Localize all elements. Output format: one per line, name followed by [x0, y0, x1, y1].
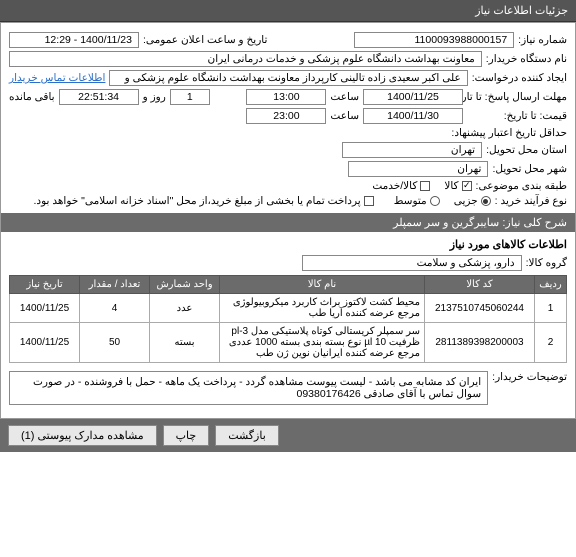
proc-small-label: جزیی	[454, 195, 478, 207]
cell-code: 2137510745060244	[425, 294, 535, 323]
col-code: کد کالا	[425, 276, 535, 294]
col-qty: تعداد / مقدار	[80, 276, 150, 294]
need-no-value: 1100093988000157	[354, 32, 514, 48]
checkbox-icon	[364, 196, 374, 206]
buyer-notes-label: توضیحات خریدار:	[492, 371, 567, 383]
print-button[interactable]: چاپ	[163, 425, 210, 446]
goods-header: اطلاعات کالاهای مورد نیاز	[9, 238, 567, 251]
process-medium[interactable]: متوسط	[394, 195, 440, 207]
province-value: تهران	[342, 142, 482, 158]
col-unit: واحد شمارش	[150, 276, 220, 294]
announce-label: تاریخ و ساعت اعلان عمومی:	[143, 34, 267, 46]
table-row: 2 2811389398200003 سر سمپلر کریستالی کوت…	[10, 323, 567, 363]
desc-title-value: سایبرگرین و سر سمپلر	[393, 217, 499, 229]
process-label: نوع فرآیند خرید :	[495, 195, 567, 207]
buyer-notes-value: ایران کد مشابه می باشد - لیست پیوست مشاه…	[9, 371, 488, 405]
items-table: ردیف کد کالا نام کالا واحد شمارش تعداد /…	[9, 275, 567, 363]
roz-label: روز و	[143, 91, 166, 103]
saat-label-1: ساعت	[330, 91, 359, 103]
radio-icon	[481, 196, 491, 206]
need-no-label: شماره نیاز:	[518, 34, 567, 46]
reply-time: 13:00	[246, 89, 326, 105]
cell-qty: 4	[80, 294, 150, 323]
class-label: طبقه بندی موضوعی:	[476, 180, 567, 192]
buyer-label: نام دستگاه خریدار:	[486, 53, 567, 65]
reply-deadline-label: مهلت ارسال پاسخ: تا تاریخ:	[467, 91, 567, 103]
province-label: استان محل تحویل:	[486, 144, 567, 156]
main-panel: شماره نیاز: 1100093988000157 تاریخ و ساع…	[0, 22, 576, 419]
city-value: تهران	[348, 161, 488, 177]
remain-days: 1	[170, 89, 210, 105]
cell-name: محیط کشت لاکتوز براث کاربرد میکروبیولوژی…	[220, 294, 425, 323]
cell-name: سر سمپلر کریستالی کوتاه پلاستیکی مدل 3-p…	[220, 323, 425, 363]
process-group: جزیی متوسط	[394, 195, 491, 207]
cell-idx: 1	[535, 294, 567, 323]
proc-medium-label: متوسط	[394, 195, 427, 207]
group-label: گروه کالا:	[526, 257, 567, 269]
footer-bar: بازگشت چاپ مشاهده مدارک پیوستی (1)	[0, 419, 576, 452]
group-value: دارو، پزشکی و سلامت	[302, 255, 522, 271]
class-goods-label: کالا	[444, 180, 458, 192]
desc-title-label: شرح کلی نیاز:	[502, 217, 567, 229]
class-goods-check[interactable]: کالا	[444, 180, 471, 192]
payment-note-check[interactable]: پرداخت تمام یا بخشی از مبلغ خرید،از محل …	[34, 195, 374, 207]
cell-date: 1400/11/25	[10, 294, 80, 323]
saat-label-2: ساعت	[330, 110, 359, 122]
col-date: تاریخ نیاز	[10, 276, 80, 294]
checkbox-icon	[420, 181, 430, 191]
class-service-label: کالا/خدمت	[372, 180, 417, 192]
remain-time: 22:51:34	[59, 89, 139, 105]
creator-value: علی اکبر سعیدی زاده تالینی کارپرداز معاو…	[109, 70, 467, 86]
view-docs-button[interactable]: مشاهده مدارک پیوستی (1)	[8, 425, 157, 446]
payment-note-label: پرداخت تمام یا بخشی از مبلغ خرید،از محل …	[34, 195, 361, 207]
radio-icon	[430, 196, 440, 206]
quote-until-label: قیمت: تا تاریخ:	[467, 110, 567, 122]
remain-suffix: باقی مانده	[9, 91, 55, 103]
back-button[interactable]: بازگشت	[215, 425, 279, 446]
city-label: شهر محل تحویل:	[492, 163, 567, 175]
table-row: 1 2137510745060244 محیط کشت لاکتوز براث …	[10, 294, 567, 323]
cell-unit: بسته	[150, 323, 220, 363]
checkbox-icon	[462, 181, 472, 191]
cell-qty: 50	[80, 323, 150, 363]
reply-date: 1400/11/25	[363, 89, 463, 105]
buyer-value: معاونت بهداشت دانشگاه علوم پزشکی و خدمات…	[9, 51, 482, 67]
quote-date: 1400/11/30	[363, 108, 463, 124]
announce-value: 1400/11/23 - 12:29	[9, 32, 139, 48]
process-small[interactable]: جزیی	[454, 195, 491, 207]
creator-label: ایجاد کننده درخواست:	[472, 72, 567, 84]
class-service-check[interactable]: کالا/خدمت	[372, 180, 430, 192]
tab-header: جزئیات اطلاعات نیاز	[0, 0, 576, 22]
cell-idx: 2	[535, 323, 567, 363]
deadline-label: حداقل تاریخ اعتبار پیشنهاد:	[451, 127, 567, 139]
col-idx: ردیف	[535, 276, 567, 294]
desc-bar: شرح کلی نیاز: سایبرگرین و سر سمپلر	[1, 213, 575, 232]
contact-link[interactable]: اطلاعات تماس خریدار	[9, 72, 105, 84]
cell-code: 2811389398200003	[425, 323, 535, 363]
col-name: نام کالا	[220, 276, 425, 294]
cell-unit: عدد	[150, 294, 220, 323]
quote-time: 23:00	[246, 108, 326, 124]
class-group: کالا کالا/خدمت	[372, 180, 471, 192]
cell-date: 1400/11/25	[10, 323, 80, 363]
